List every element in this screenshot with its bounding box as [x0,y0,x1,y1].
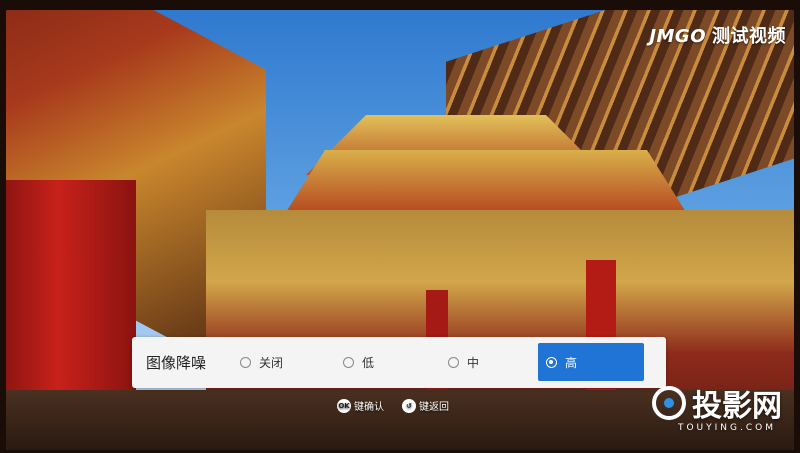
radio-selected-icon [546,356,557,368]
hint-confirm-label: 键确认 [354,402,384,413]
hint-back: ↺ 键返回 [402,398,449,413]
touying-logo-icon [652,386,686,420]
option-off[interactable]: 关闭 [240,337,283,388]
radio-icon [240,357,251,368]
option-label: 高 [565,355,578,370]
option-low[interactable]: 低 [343,337,374,388]
option-high[interactable]: 高 [538,343,644,381]
watermark-name: 投影网 [692,389,782,424]
hint-back-label: 键返回 [419,402,449,413]
watermark-sub: TOUYING.COM [677,423,776,433]
brand-name: JMGO [649,26,706,47]
option-label: 关闭 [259,356,284,370]
radio-icon [343,357,354,368]
hint-confirm: OK 键确认 [337,398,384,413]
brand-logo: JMGO 测试视频 [649,22,786,48]
option-label: 中 [467,356,480,370]
key-hints: OK 键确认 ↺ 键返回 [337,398,467,413]
noise-reduction-title: 图像降噪 [146,354,207,372]
option-label: 低 [362,356,375,370]
brand-tag: 测试视频 [712,26,786,47]
noise-reduction-menu: 图像降噪 关闭 低 中 高 [132,337,666,388]
touying-watermark: 投影网 TOUYING.COM [652,381,782,433]
option-medium[interactable]: 中 [448,337,479,388]
projector-screen: JMGO 测试视频 图像降噪 关闭 低 中 高 OK 键确认 ↺ 键返回 投影网… [0,0,800,453]
back-key-icon: ↺ [402,398,416,413]
radio-icon [448,357,459,368]
ok-key-icon: OK [337,398,351,413]
